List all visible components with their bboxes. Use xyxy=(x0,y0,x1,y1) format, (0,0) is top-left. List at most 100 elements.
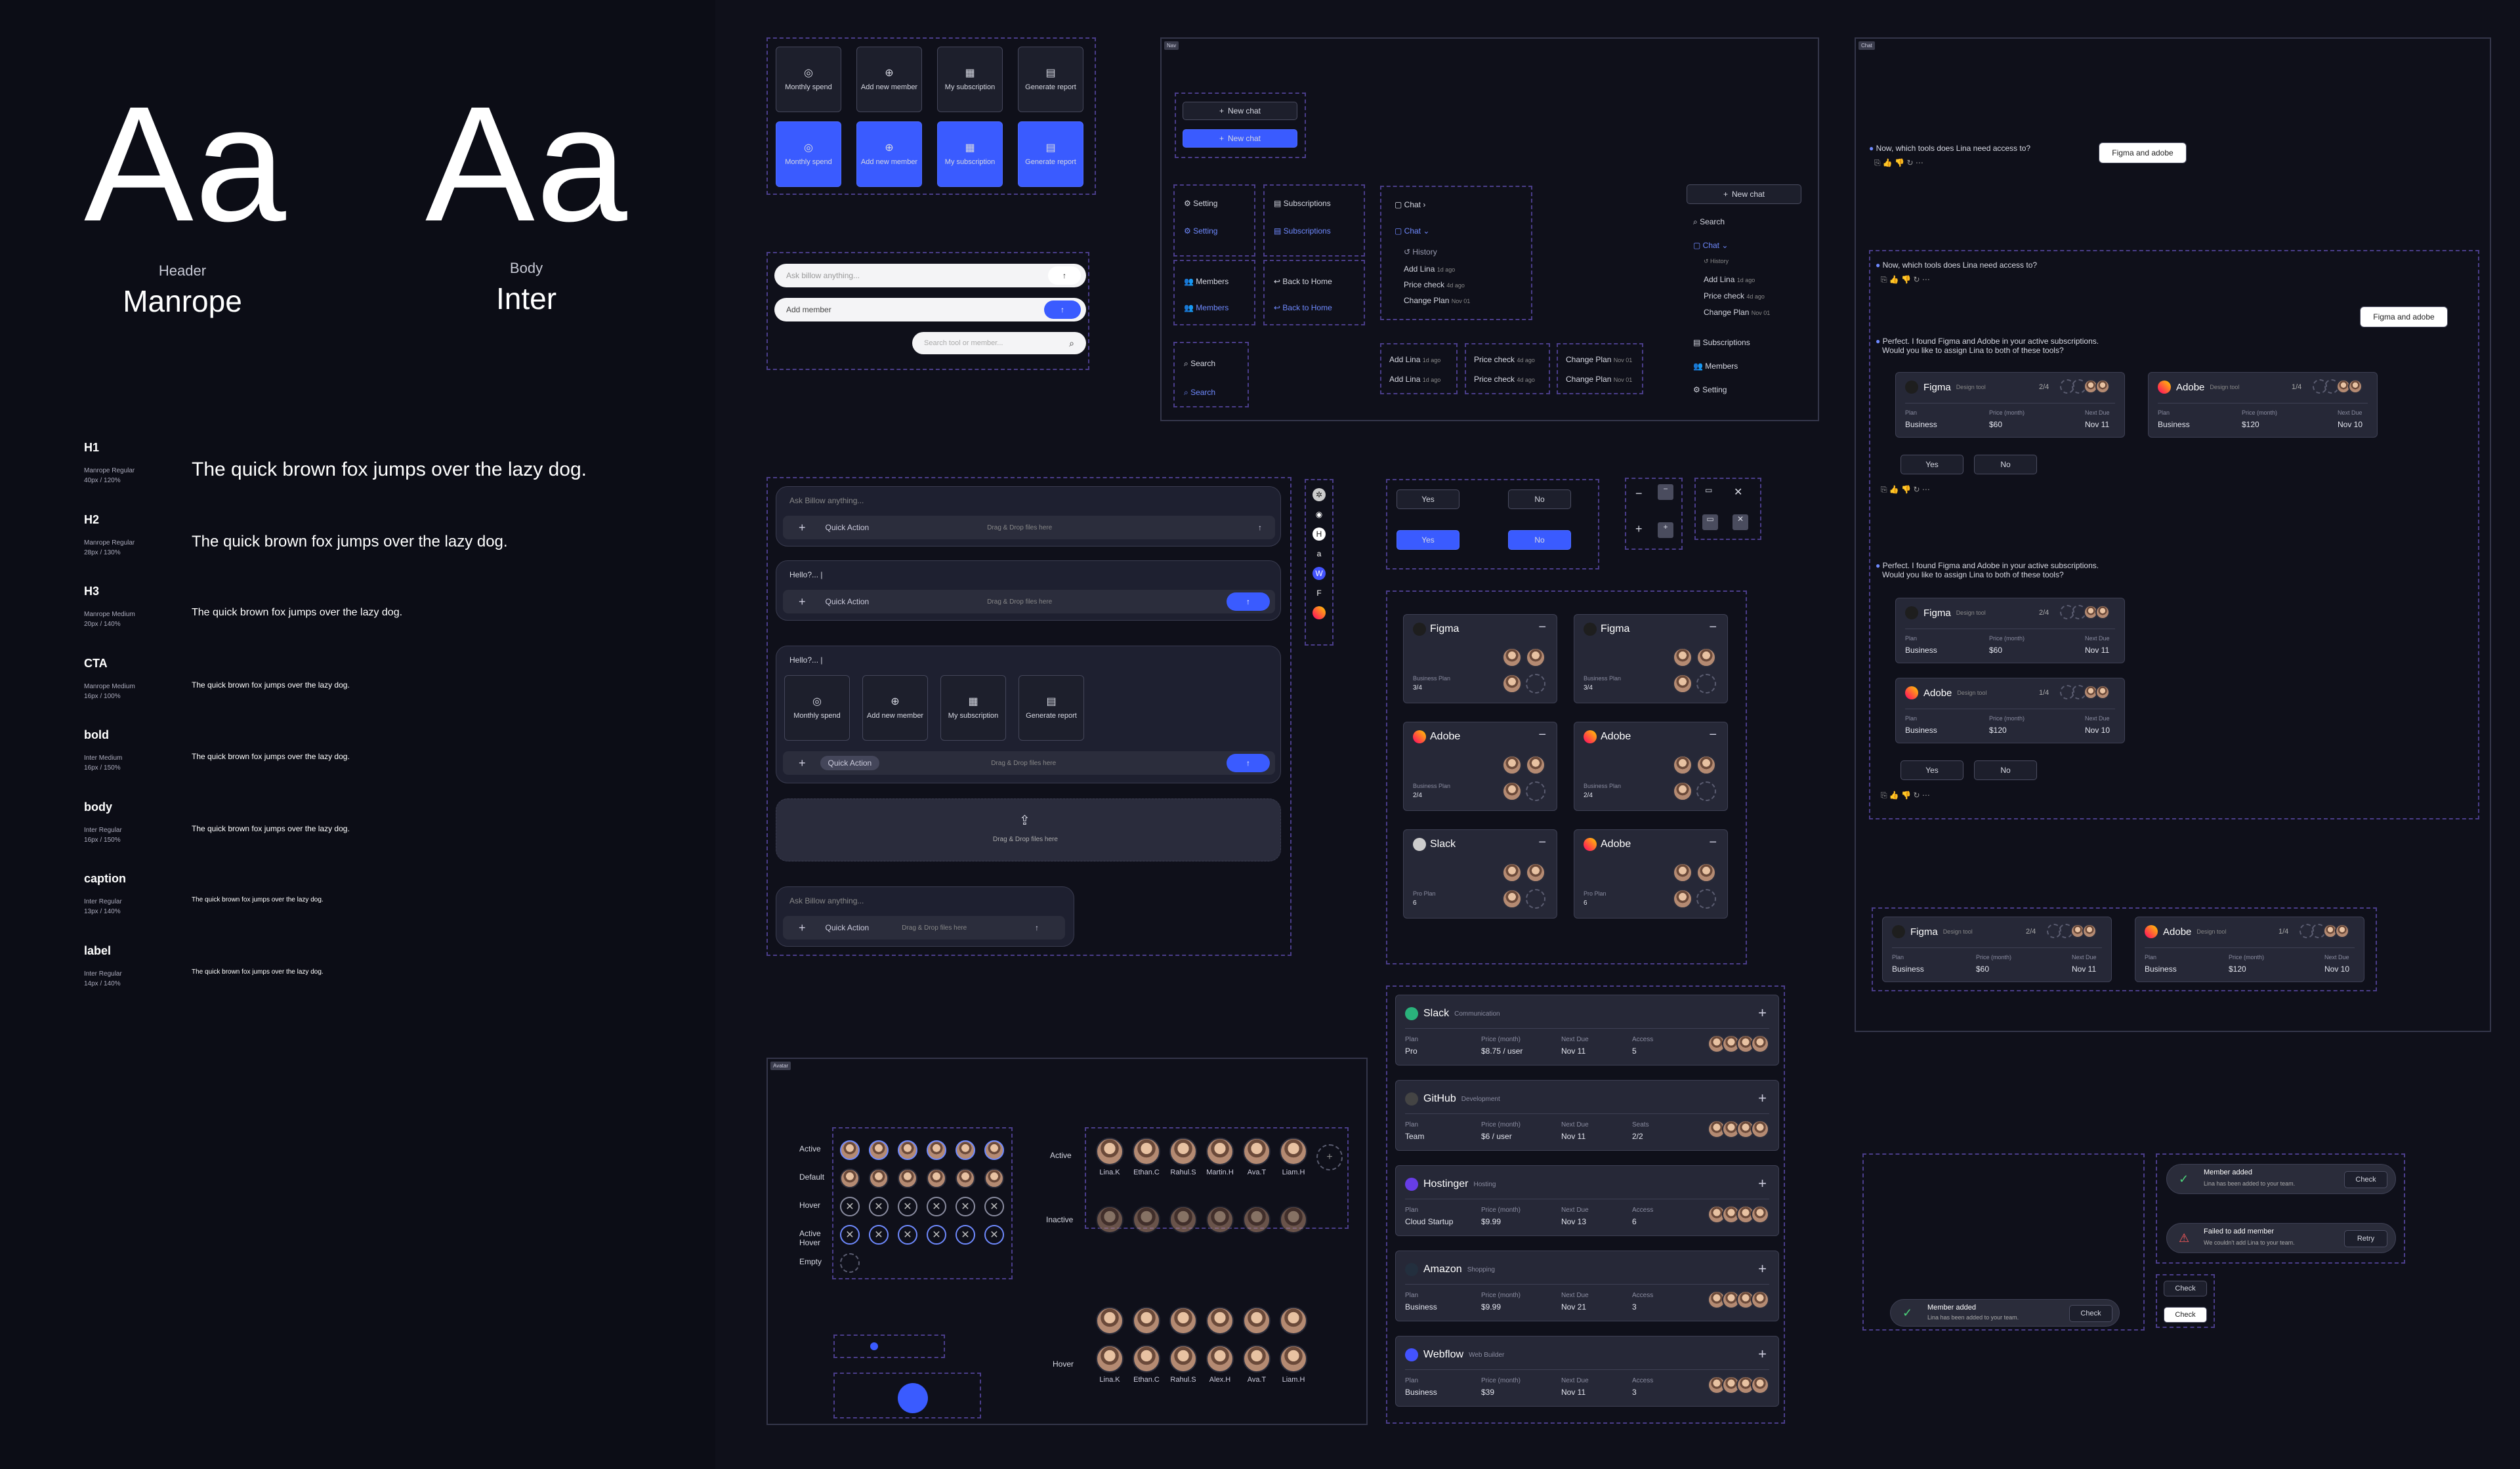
plus-icon[interactable]: + xyxy=(799,756,806,770)
members-item[interactable]: 👥 Members xyxy=(1184,277,1228,286)
avatar-item[interactable] xyxy=(1096,1307,1124,1338)
back-home-item-active[interactable]: ↩ Back to Home xyxy=(1274,303,1332,312)
composer-tile-add-member[interactable]: ⊕ Add new member xyxy=(862,675,928,741)
avatar-item[interactable]: Liam.H xyxy=(1280,1345,1307,1384)
tool-card[interactable]: Amazon Shopping + Plan Business Price (mo… xyxy=(1395,1251,1779,1321)
avatar[interactable] xyxy=(840,1140,860,1160)
add-icon[interactable]: + xyxy=(1758,1346,1767,1363)
remove-avatar-icon[interactable]: ✕ xyxy=(898,1197,917,1216)
subscriptions-item-active[interactable]: ▤ Subscriptions xyxy=(1274,226,1331,236)
avatar-item[interactable]: Ava.T xyxy=(1243,1345,1270,1384)
mini-sub-card[interactable]: Adobe − Business Plan 2/4 xyxy=(1403,722,1557,811)
sidebar-new-chat[interactable]: + New chat xyxy=(1687,184,1801,204)
search-icon[interactable]: ⌕ xyxy=(1069,338,1074,349)
quick-action[interactable]: Quick Action xyxy=(826,923,870,932)
remove-avatar-icon[interactable]: ✕ xyxy=(869,1225,889,1245)
quick-action[interactable]: Quick Action xyxy=(826,523,870,532)
tool-card[interactable]: GitHub Development + Plan Team Price (mon… xyxy=(1395,1080,1779,1151)
avatar[interactable] xyxy=(898,1140,917,1160)
plus-icon[interactable]: + xyxy=(1635,522,1643,536)
chat-sub-card[interactable]: Adobe Design tool 1/4 Plan Business Price… xyxy=(1895,678,2125,743)
no-button[interactable]: No xyxy=(1974,455,2037,474)
remove-avatar-icon[interactable]: ✕ xyxy=(840,1197,860,1216)
avatar-item[interactable] xyxy=(1133,1206,1160,1237)
send-icon-active[interactable]: ↑ xyxy=(1044,300,1081,319)
avatar[interactable] xyxy=(869,1169,889,1188)
yes-button-active[interactable]: Yes xyxy=(1396,530,1460,550)
minus-icon[interactable]: − xyxy=(1635,487,1643,501)
setting-item-active[interactable]: ⚙ Setting xyxy=(1184,226,1217,236)
send-button[interactable]: ↑ xyxy=(1227,592,1270,611)
subscriptions-item[interactable]: ▤ Subscriptions xyxy=(1274,199,1331,208)
remove-avatar-icon[interactable]: ✕ xyxy=(956,1197,975,1216)
composer-typing[interactable]: Hello?... | + Quick Action Drag & Drop fil… xyxy=(776,560,1281,621)
chat-item-active[interactable]: ▢ Chat ⌄ xyxy=(1395,226,1429,236)
sidebar-search[interactable]: ⌕ Search xyxy=(1693,217,1725,227)
tile-report[interactable]: ▤ Generate report xyxy=(1018,47,1083,112)
check-button[interactable]: Check xyxy=(2344,1171,2387,1188)
check-button[interactable]: Check xyxy=(2164,1281,2207,1296)
yes-button[interactable]: Yes xyxy=(1396,489,1460,509)
avatar-item[interactable] xyxy=(1096,1206,1124,1237)
plus-icon[interactable]: + xyxy=(799,521,806,535)
yes-button[interactable]: Yes xyxy=(1900,455,1964,474)
no-button-active[interactable]: No xyxy=(1508,530,1571,550)
sidebar-chat[interactable]: ▢ Chat ⌄ xyxy=(1693,241,1728,250)
plus-icon-hover[interactable]: + xyxy=(1658,522,1673,538)
add-member-input[interactable]: Add member ↑ xyxy=(774,298,1086,321)
history-item[interactable]: Add Lina 1d ago xyxy=(1404,264,1455,274)
message-icon-hover[interactable]: ▭ xyxy=(1702,514,1718,530)
avatar[interactable] xyxy=(927,1140,946,1160)
send-icon[interactable]: ↑ xyxy=(1035,923,1039,932)
quick-action-active[interactable]: Quick Action xyxy=(820,756,880,770)
back-home-item[interactable]: ↩ Back to Home xyxy=(1274,277,1332,286)
avatar-item[interactable] xyxy=(1206,1206,1234,1237)
avatar-item[interactable]: Rahul.S xyxy=(1169,1138,1197,1176)
avatar-item[interactable] xyxy=(1280,1206,1307,1237)
avatar[interactable] xyxy=(869,1140,889,1160)
tile-subscription[interactable]: ▦ My subscription xyxy=(937,47,1003,112)
retry-button[interactable]: Retry xyxy=(2344,1230,2387,1247)
collapse-icon[interactable]: − xyxy=(1709,728,1717,743)
plus-icon[interactable]: + xyxy=(799,595,806,609)
remove-avatar-icon[interactable]: ✕ xyxy=(984,1197,1004,1216)
ask-input[interactable]: Ask billow anything... ↑ xyxy=(774,264,1086,287)
avatar-item[interactable] xyxy=(1133,1307,1160,1338)
chat-sub-card[interactable]: Figma Design tool 2/4 Plan Business Price… xyxy=(1882,917,2112,982)
drop-zone[interactable]: ⇪ Drag & Drop files here xyxy=(776,798,1281,861)
chat-sub-card[interactable]: Figma Design tool 2/4 Plan Business Price… xyxy=(1895,598,2125,663)
message-actions[interactable]: ⎘ 👍 👎 ↻ ⋯ xyxy=(1881,275,1930,285)
sidebar-subscriptions[interactable]: ▤ Subscriptions xyxy=(1693,338,1750,347)
avatar-item[interactable] xyxy=(1169,1307,1197,1338)
avatar[interactable] xyxy=(927,1169,946,1188)
mini-sub-card[interactable]: Slack − Pro Plan 6 xyxy=(1403,829,1557,919)
remove-avatar-icon[interactable]: ✕ xyxy=(869,1197,889,1216)
plus-icon[interactable]: + xyxy=(799,921,806,935)
add-icon[interactable]: + xyxy=(1758,1004,1767,1022)
remove-avatar-icon[interactable]: ✕ xyxy=(984,1225,1004,1245)
collapse-icon[interactable]: − xyxy=(1538,835,1546,850)
composer-tile-subscription[interactable]: ▦ My subscription xyxy=(940,675,1006,741)
sidebar-history-item[interactable]: Change Plan Nov 01 xyxy=(1704,308,1770,317)
tile-report-active[interactable]: ▤ Generate report xyxy=(1018,121,1083,187)
add-icon[interactable]: + xyxy=(1758,1090,1767,1107)
empty-avatar[interactable] xyxy=(840,1253,860,1273)
tile-subscription-active[interactable]: ▦ My subscription xyxy=(937,121,1003,187)
composer-compact[interactable]: Ask Billow anything... + Quick Action Drag… xyxy=(776,886,1074,947)
mini-sub-card[interactable]: Figma − Business Plan 3/4 xyxy=(1403,614,1557,703)
sidebar-setting[interactable]: ⚙ Setting xyxy=(1693,385,1727,394)
chat-sub-card[interactable]: Adobe Design tool 1/4 Plan Business Price… xyxy=(2135,917,2364,982)
avatar-item[interactable]: Ethan.C xyxy=(1133,1345,1160,1384)
chat-sub-card[interactable]: Adobe Design tool 1/4 Plan Business Price… xyxy=(2148,372,2378,438)
message-actions[interactable]: ⎘ 👍 👎 ↻ ⋯ xyxy=(1881,485,1930,495)
chat-sub-card[interactable]: Figma Design tool 2/4 Plan Business Price… xyxy=(1895,372,2125,438)
no-button[interactable]: No xyxy=(1974,760,2037,780)
remove-avatar-icon[interactable]: ✕ xyxy=(898,1225,917,1245)
mini-sub-card[interactable]: Adobe − Pro Plan 6 xyxy=(1574,829,1728,919)
avatar-item[interactable] xyxy=(1169,1206,1197,1237)
history-item[interactable]: Price check 4d ago xyxy=(1404,280,1465,289)
tile-monthly[interactable]: ◎ Monthly spend xyxy=(776,47,841,112)
composer-with-actions[interactable]: Hello?... | ◎ Monthly spend ⊕ Add new membe… xyxy=(776,646,1281,783)
add-icon[interactable]: + xyxy=(1758,1175,1767,1192)
setting-item[interactable]: ⚙ Setting xyxy=(1184,199,1217,208)
